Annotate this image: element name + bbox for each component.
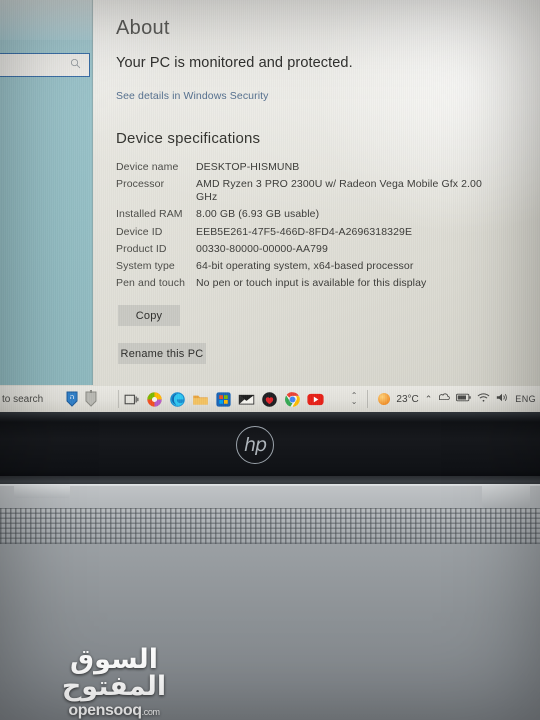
spec-value: DESKTOP-HISMUNB [196, 161, 300, 173]
spec-value: No pen or touch input is available for t… [196, 276, 427, 289]
table-row: Installed RAM 8.00 GB (6.93 GB usable) [116, 208, 496, 221]
hp-logo: hp [236, 426, 274, 464]
svg-text:ה: ה [70, 393, 75, 401]
spec-value: 00330-80000-00000-AA799 [196, 242, 328, 255]
screenshot-root: ns About Your PC is monitored and protec… [0, 0, 540, 720]
wifi-icon[interactable] [477, 390, 490, 408]
language-indicator[interactable]: ENG [515, 394, 536, 404]
deck-notch-right [482, 486, 530, 508]
youtube-icon[interactable] [307, 391, 324, 408]
tray-divider [367, 390, 369, 408]
table-row: Device ID EEB5E261-47F5-466D-8FD4-A26963… [116, 226, 496, 239]
dreidel-icon: ה [66, 391, 78, 407]
volume-icon[interactable] [496, 390, 509, 408]
spec-key: Processor [116, 178, 165, 191]
battery-icon[interactable] [456, 390, 471, 408]
sidebar-top-fade [0, 0, 93, 40]
spec-value: AMD Ryzen 3 PRO 2300U w/ Radeon Vega Mob… [196, 178, 482, 204]
sidebar-edge-shadow [92, 0, 93, 385]
spec-key: Installed RAM [116, 208, 183, 221]
device-specifications-heading: Device specifications [116, 130, 261, 147]
tray-icons: ⌃ ENG [425, 390, 536, 408]
deck-notch-left [14, 486, 70, 498]
laptop-keyboard: f3☀f4☀f5🔇f6🔈f7🔊f8✈f9f10num lkf11⇅f12☾prt… [0, 544, 540, 720]
taskbar-divider [118, 390, 119, 408]
settings-content-pane: About Your PC is monitored and protected… [96, 0, 540, 385]
spec-value: EEB5E261-47F5-466D-8FD4-A2696318329E [196, 225, 413, 238]
windows-security-link[interactable]: See details in Windows Security [116, 90, 269, 102]
taskbar-system-tray: ⌃ ⌄ 23°C ⌃ ENG [351, 390, 540, 408]
microsoft-edge-icon[interactable] [169, 391, 186, 408]
spec-value: 8.00 GB (6.93 GB usable) [196, 208, 320, 221]
spec-key: Pen and touch [116, 276, 186, 289]
speaker-grille [0, 508, 540, 544]
weather-temperature: 23°C [396, 393, 419, 405]
table-row: Device name DESKTOP-HISMUNB [116, 161, 496, 174]
table-row: Product ID 00330-80000-00000-AA799 [116, 243, 496, 256]
taskbar-overflow-chevrons[interactable]: ⌃ ⌄ [351, 392, 358, 406]
settings-sidebar: ns [0, 0, 93, 385]
spec-key: Device ID [116, 225, 163, 238]
onedrive-icon[interactable] [438, 390, 451, 408]
google-chrome-icon[interactable] [284, 391, 301, 408]
copy-button[interactable]: Copy [118, 305, 180, 326]
spec-key: Product ID [116, 242, 167, 255]
laptop-screen: ns About Your PC is monitored and protec… [0, 0, 540, 418]
weather-widget[interactable]: 23°C [378, 393, 419, 405]
spec-value: 64-bit operating system, x64-based proce… [196, 259, 414, 272]
dreidel-icon-grey [85, 390, 97, 407]
table-row: System type 64-bit operating system, x64… [116, 260, 496, 273]
taskbar-search-illustration: ה [64, 390, 114, 408]
microsoft-store-icon[interactable] [215, 391, 232, 408]
mail-icon[interactable] [238, 391, 255, 408]
table-row: Processor AMD Ryzen 3 PRO 2300U w/ Radeo… [116, 178, 496, 204]
settings-search-box[interactable] [0, 53, 90, 77]
keyboard-tilt-wrapper: f3☀f4☀f5🔇f6🔈f7🔊f8✈f9f10num lkf11⇅f12☾prt… [0, 544, 540, 720]
device-specifications-table: Device name DESKTOP-HISMUNB Processor AM… [116, 161, 496, 294]
protection-status-text: Your PC is monitored and protected. [116, 55, 353, 71]
office-icon[interactable] [146, 391, 163, 408]
sun-icon [378, 393, 391, 405]
bezel-sheen [0, 412, 540, 422]
table-row: Pen and touch No pen or touch input is a… [116, 277, 496, 290]
search-icon [70, 56, 81, 74]
task-view-icon[interactable] [123, 391, 140, 408]
rename-this-pc-button[interactable]: Rename this PC [118, 343, 206, 364]
taskbar-search-box[interactable]: to search [2, 394, 64, 405]
spec-key: Device name [116, 161, 179, 173]
antivirus-icon[interactable] [261, 391, 278, 408]
chevron-up-icon[interactable]: ⌃ [425, 394, 433, 405]
page-title: About [116, 17, 170, 39]
file-explorer-icon[interactable] [192, 391, 209, 408]
taskbar: to search ה ⌃ ⌄ 23°C ⌃ ENG [0, 386, 540, 412]
spec-key: System type [116, 259, 175, 272]
taskbar-pinned-apps [123, 391, 324, 408]
